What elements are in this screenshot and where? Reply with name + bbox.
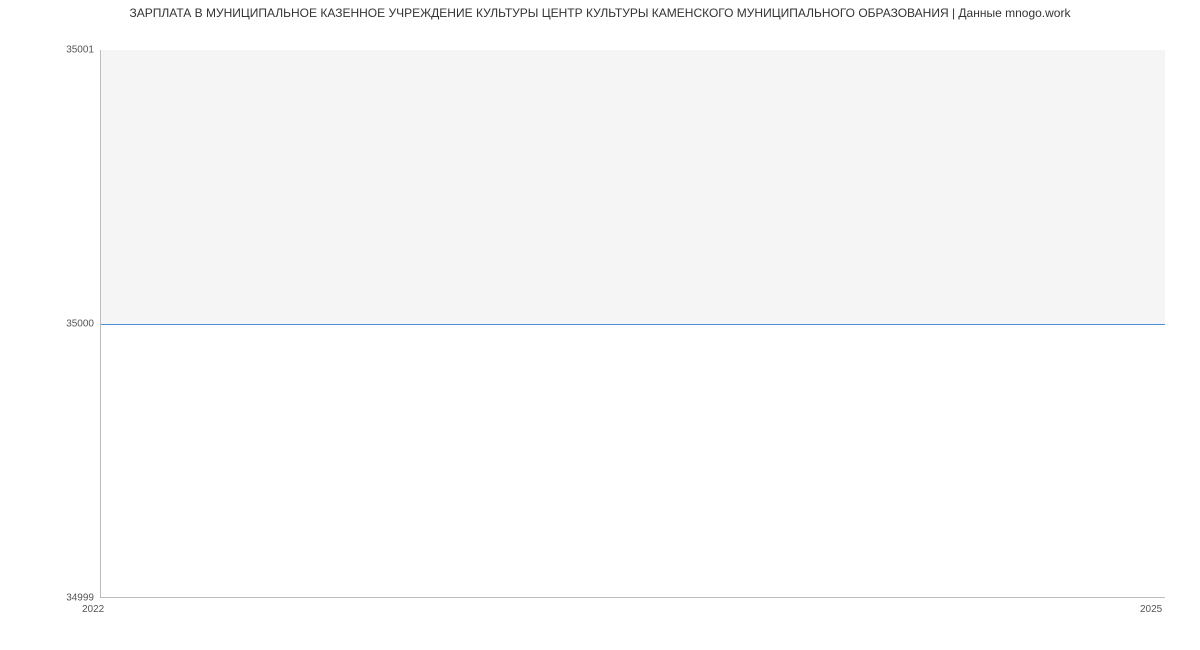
- x-tick-right: 2025: [1140, 604, 1162, 615]
- y-tick-mid: 35000: [66, 319, 94, 330]
- y-tick-bot: 34999: [66, 593, 94, 604]
- y-tick-top: 35001: [66, 45, 94, 56]
- x-tick-left: 2022: [82, 604, 104, 615]
- plot-lower-background: [101, 324, 1165, 598]
- chart-title: ЗАРПЛАТА В МУНИЦИПАЛЬНОЕ КАЗЕННОЕ УЧРЕЖД…: [0, 6, 1200, 20]
- plot-area: [100, 50, 1165, 598]
- salary-line: [101, 324, 1165, 325]
